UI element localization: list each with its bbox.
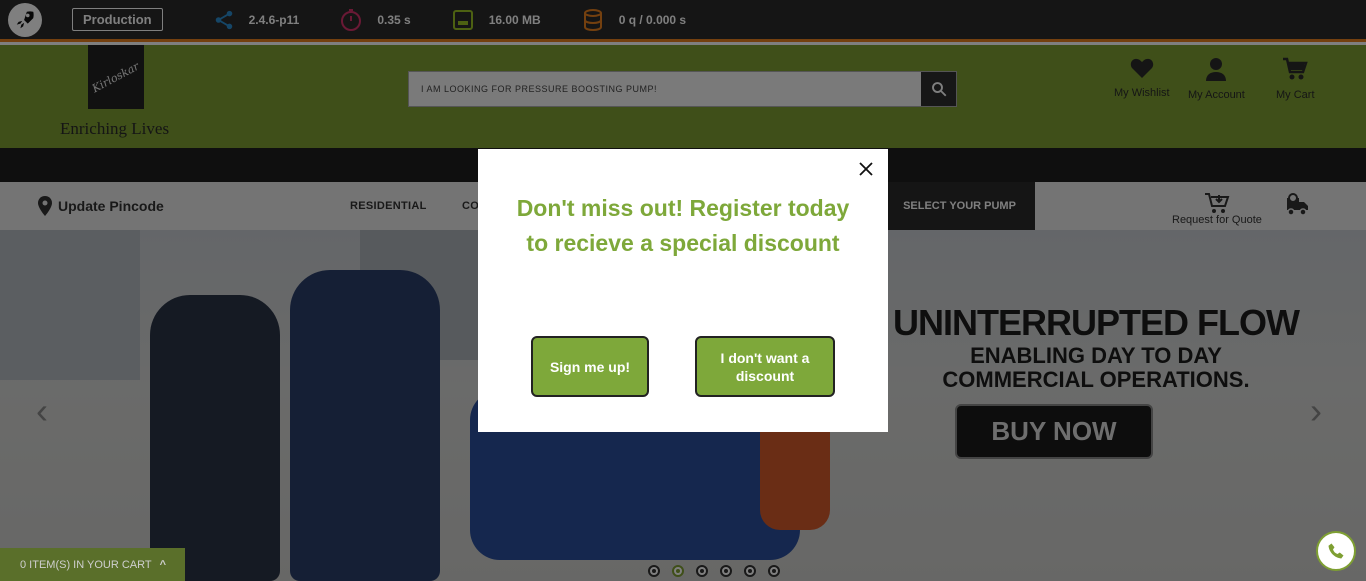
discount-modal: Don't miss out! Register today to reciev… xyxy=(478,149,888,432)
modal-title: Don't miss out! Register today to reciev… xyxy=(516,195,850,256)
decline-discount-button[interactable]: I don't want a discount xyxy=(695,336,835,397)
mini-cart-bar[interactable]: 0 ITEM(S) IN YOUR CART ^ xyxy=(0,548,185,581)
phone-icon xyxy=(1328,543,1344,559)
sign-me-up-button[interactable]: Sign me up! xyxy=(531,336,649,397)
chevron-up-icon: ^ xyxy=(159,558,167,571)
phone-call-button[interactable] xyxy=(1316,531,1356,571)
close-icon[interactable] xyxy=(858,161,874,177)
mini-cart-label: 0 ITEM(S) IN YOUR CART xyxy=(20,558,152,571)
